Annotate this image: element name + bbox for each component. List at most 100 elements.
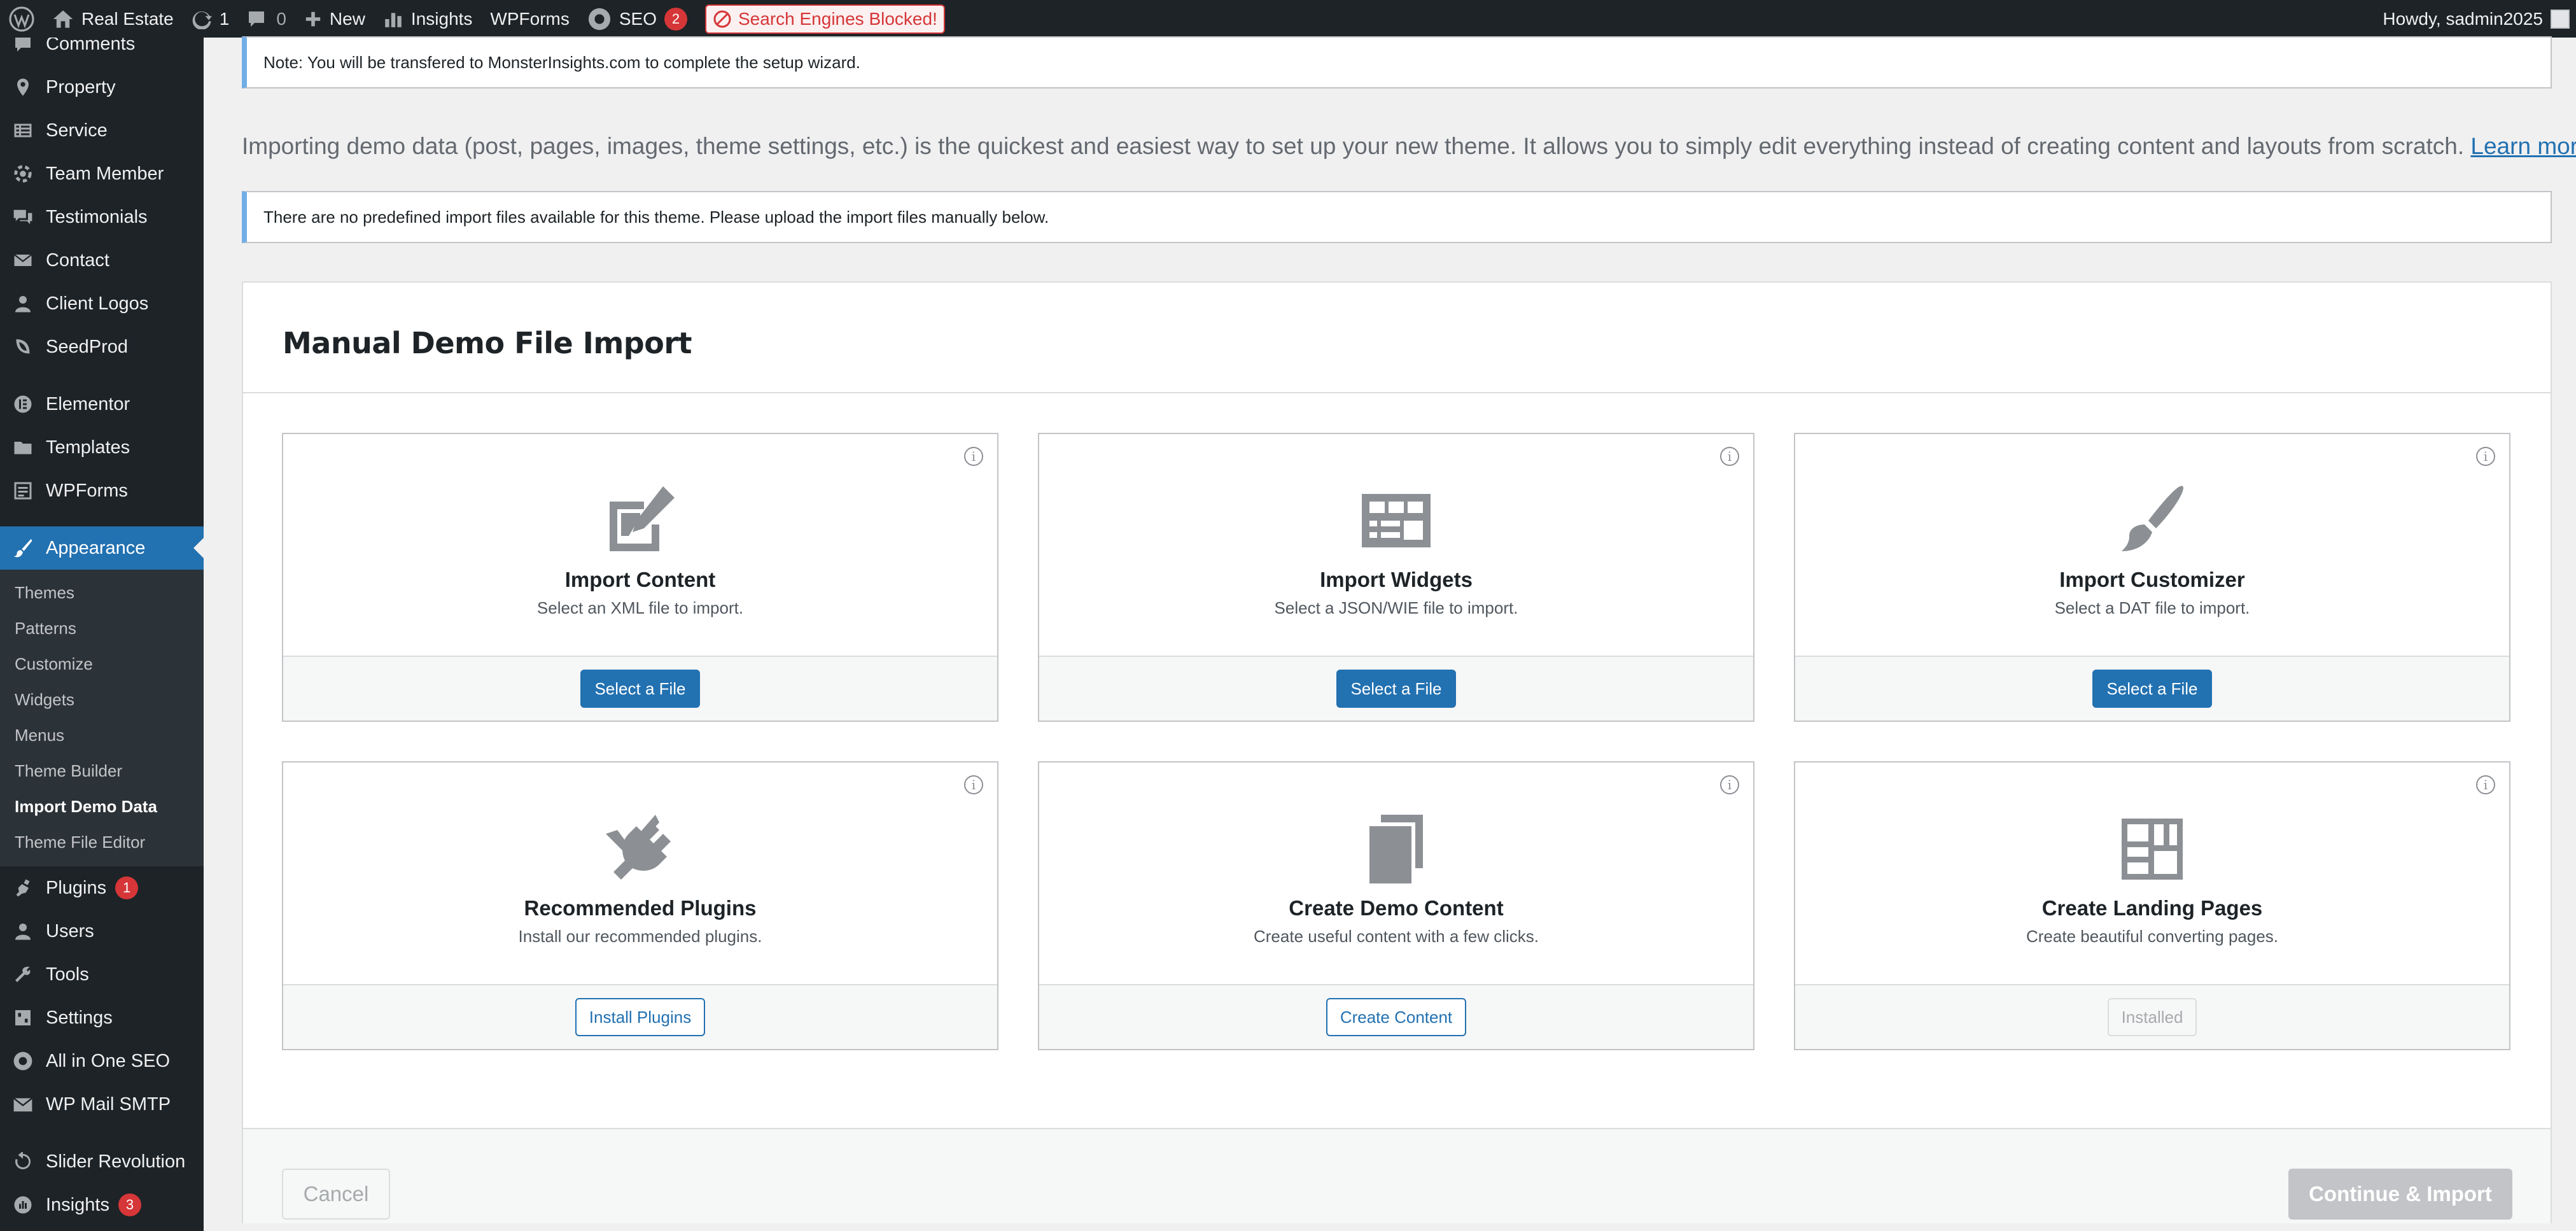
- testimonials-icon: [11, 206, 34, 229]
- plugins-update-badge: 1: [115, 876, 139, 899]
- menu-item-label: Client Logos: [46, 293, 149, 314]
- menu-item-users[interactable]: Users: [0, 910, 204, 953]
- menu-item-plugins[interactable]: Plugins 1: [0, 866, 204, 910]
- menu-item-label: Comments: [46, 38, 136, 54]
- menu-item-comments[interactable]: Comments: [0, 38, 204, 66]
- service-list-icon: [11, 119, 34, 142]
- card-footer: Select a File: [1795, 656, 2509, 721]
- info-icon[interactable]: i: [964, 775, 983, 794]
- info-icon[interactable]: i: [2476, 447, 2495, 466]
- team-icon: [11, 162, 34, 185]
- layout-icon: [2114, 811, 2190, 887]
- select-content-file-button[interactable]: Select a File: [580, 670, 700, 708]
- menu-item-label: Insights: [46, 1194, 109, 1215]
- comments-count: 0: [276, 8, 286, 29]
- elementor-icon: [11, 393, 34, 416]
- info-icon[interactable]: i: [964, 447, 983, 466]
- new-content-link[interactable]: New: [295, 0, 374, 38]
- menu-item-contact[interactable]: Contact: [0, 239, 204, 282]
- home-icon: [52, 8, 74, 30]
- card-footer: Install Plugins: [283, 984, 997, 1049]
- widgets-icon: [1358, 482, 1434, 559]
- admin-sidebar: Comments Property Service Team Member Te…: [0, 38, 204, 1231]
- blocked-icon: [713, 10, 731, 27]
- menu-item-settings[interactable]: Settings: [0, 996, 204, 1039]
- avatar: [2551, 9, 2570, 29]
- menu-item-client-logos[interactable]: Client Logos: [0, 282, 204, 325]
- menu-item-service[interactable]: Service: [0, 109, 204, 152]
- submenu-item-patterns[interactable]: Patterns: [0, 610, 204, 646]
- admin-bar: Real Estate 1 0 New Insights WPForms SEO…: [0, 0, 2576, 38]
- menu-item-label: Contact: [46, 250, 109, 271]
- info-icon[interactable]: i: [1720, 447, 1739, 466]
- create-content-button[interactable]: Create Content: [1326, 998, 1467, 1036]
- comments-link[interactable]: 0: [238, 0, 295, 38]
- menu-item-tools[interactable]: Tools: [0, 953, 204, 996]
- envelope-icon: [11, 249, 34, 272]
- card-title: Create Demo Content: [1289, 896, 1504, 920]
- menu-item-insights[interactable]: Insights 3: [0, 1183, 204, 1227]
- updates-link[interactable]: 1: [183, 0, 239, 38]
- users-icon: [11, 920, 34, 943]
- menu-item-slider-revolution[interactable]: Slider Revolution: [0, 1140, 204, 1183]
- submenu-item-customize[interactable]: Customize: [0, 646, 204, 682]
- menu-item-templates[interactable]: Templates: [0, 426, 204, 469]
- menu-item-team-member[interactable]: Team Member: [0, 152, 204, 195]
- continue-import-button[interactable]: Continue & Import: [2288, 1169, 2512, 1220]
- mail-smtp-icon: [11, 1093, 34, 1116]
- monsterinsights-notice: Note: You will be transfered to MonsterI…: [242, 36, 2552, 88]
- seo-badge: 2: [664, 7, 687, 31]
- menu-item-label: Testimonials: [46, 206, 148, 227]
- card-description: Create beautiful converting pages.: [2026, 927, 2279, 946]
- submenu-item-themes[interactable]: Themes: [0, 575, 204, 610]
- aioseo-icon: [587, 7, 612, 31]
- cancel-button[interactable]: Cancel: [282, 1169, 390, 1220]
- menu-item-seedprod[interactable]: SeedProd: [0, 325, 204, 369]
- card-footer: Select a File: [283, 656, 997, 721]
- my-account-link[interactable]: Howdy, sadmin2025: [2383, 9, 2576, 29]
- submenu-item-theme-builder[interactable]: Theme Builder: [0, 753, 204, 789]
- main-content: Note: You will be transfered to MonsterI…: [204, 36, 2576, 1231]
- info-icon[interactable]: i: [1720, 775, 1739, 794]
- insights-link[interactable]: Insights: [374, 0, 482, 38]
- card-title: Import Customizer: [2059, 568, 2245, 591]
- card-description: Select an XML file to import.: [536, 598, 744, 617]
- menu-item-label: Settings: [46, 1007, 113, 1028]
- brush-icon: [2114, 482, 2190, 559]
- menu-item-appearance[interactable]: Appearance: [0, 526, 204, 570]
- card-footer: Create Content: [1039, 984, 1753, 1049]
- card-title: Import Content: [564, 568, 716, 591]
- insights-label: Insights: [410, 8, 473, 29]
- menu-item-all-in-one-seo[interactable]: All in One SEO: [0, 1039, 204, 1083]
- wpforms-link[interactable]: WPForms: [481, 0, 578, 38]
- create-demo-content-card: i Create Demo Content Create useful cont…: [1038, 761, 1754, 1050]
- bar-chart-icon: [383, 9, 403, 29]
- import-content-card: i Import Content Select an XML file to i…: [282, 433, 998, 722]
- submenu-item-menus[interactable]: Menus: [0, 717, 204, 753]
- submenu-item-theme-file-editor[interactable]: Theme File Editor: [0, 824, 204, 860]
- learn-more-link[interactable]: Learn more: [2470, 133, 2576, 159]
- search-engines-blocked-notice[interactable]: Search Engines Blocked!: [705, 4, 945, 34]
- menu-item-label: Elementor: [46, 393, 130, 414]
- insights-icon: [11, 1193, 34, 1216]
- info-icon[interactable]: i: [2476, 775, 2495, 794]
- menu-item-testimonials[interactable]: Testimonials: [0, 195, 204, 239]
- select-widgets-file-button[interactable]: Select a File: [1336, 670, 1456, 708]
- menu-item-elementor[interactable]: Elementor: [0, 383, 204, 426]
- submenu-item-widgets[interactable]: Widgets: [0, 682, 204, 717]
- user-icon: [11, 292, 34, 315]
- submenu-item-import-demo-data[interactable]: Import Demo Data: [0, 789, 204, 824]
- panel-footer: Cancel Continue & Import: [243, 1128, 2551, 1223]
- card-description: Install our recommended plugins.: [518, 927, 762, 946]
- menu-item-wp-mail-smtp[interactable]: WP Mail SMTP: [0, 1083, 204, 1126]
- wordpress-logo-icon[interactable]: [0, 0, 43, 38]
- menu-item-wpforms[interactable]: WPForms: [0, 469, 204, 512]
- seo-link[interactable]: SEO 2: [578, 0, 696, 38]
- install-plugins-button[interactable]: Install Plugins: [575, 998, 706, 1036]
- site-name-link[interactable]: Real Estate: [43, 0, 183, 38]
- select-customizer-file-button[interactable]: Select a File: [2092, 670, 2212, 708]
- edit-page-icon: [602, 482, 678, 559]
- import-widgets-card: i Import Widgets Select a JSON/WIE file …: [1038, 433, 1754, 722]
- card-description: Create useful content with a few clicks.: [1254, 927, 1539, 946]
- menu-item-property[interactable]: Property: [0, 66, 204, 109]
